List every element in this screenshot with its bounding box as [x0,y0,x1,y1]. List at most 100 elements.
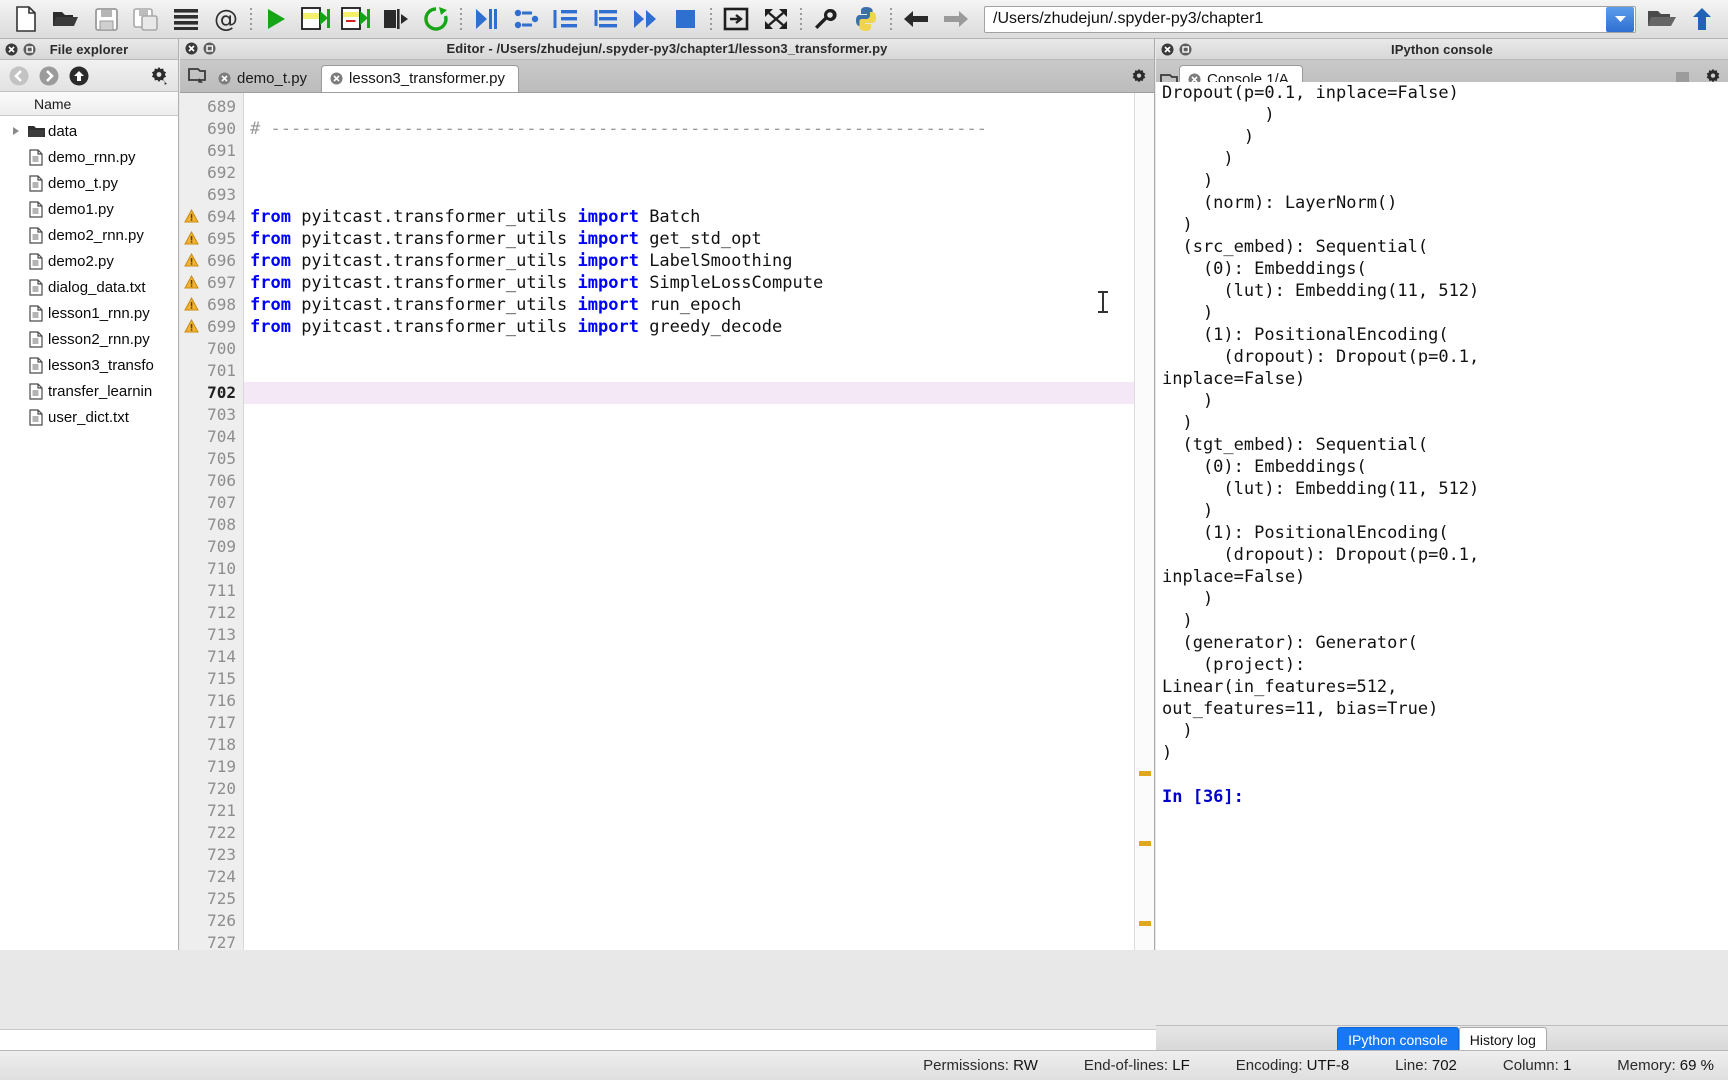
tab-2[interactable]: lesson3_transformer.py [321,64,519,92]
list-item[interactable]: lesson2_rnn.py [0,326,178,352]
warning-triangle-icon[interactable] [184,208,199,223]
step-into-icon[interactable] [546,1,586,37]
scrollbar-marker[interactable] [1139,840,1151,846]
code-line[interactable] [244,448,1134,470]
undock-icon[interactable] [23,43,36,56]
browse-tabs-icon[interactable] [184,61,210,92]
list-item[interactable]: demo2_rnn.py [0,222,178,248]
code-line[interactable] [244,646,1134,668]
code-line[interactable]: from pyitcast.transformer_utils import S… [244,272,1134,294]
code-line[interactable]: from pyitcast.transformer_utils import r… [244,294,1134,316]
code-line[interactable] [244,404,1134,426]
code-line[interactable] [244,514,1134,536]
code-line[interactable] [244,360,1134,382]
scrollbar-marker[interactable] [1139,770,1151,776]
tab-1[interactable]: demo_t.py [210,65,320,92]
maximize-pane-icon[interactable] [716,1,756,37]
close-icon[interactable] [185,42,198,55]
code-line[interactable]: from pyitcast.transformer_utils import g… [244,228,1134,250]
expand-arrow-icon[interactable] [8,126,24,136]
code-line[interactable] [244,470,1134,492]
up-arrow-icon[interactable] [1682,1,1722,37]
code-line[interactable] [244,492,1134,514]
fullscreen-icon[interactable] [756,1,796,37]
code-line[interactable] [244,140,1134,162]
code-line[interactable] [244,184,1134,206]
undock-icon[interactable] [203,42,216,55]
path-bar[interactable]: /Users/zhudejun/.spyder-py3/chapter1 [984,5,1636,33]
gear-icon[interactable] [1130,68,1148,86]
code-line[interactable]: from pyitcast.transformer_utils import B… [244,206,1134,228]
run-selection-icon[interactable] [376,1,416,37]
forward-arrow-icon[interactable] [936,1,976,37]
bottom-tab[interactable]: IPython console [1337,1027,1459,1052]
list-item[interactable]: dialog_data.txt [0,274,178,300]
editor-scrollbar[interactable] [1134,92,1154,950]
console-output[interactable]: Dropout(p=0.1, inplace=False) ) ) ) ) (n… [1156,82,1728,950]
code-line[interactable] [244,536,1134,558]
preferences-icon[interactable] [806,1,846,37]
close-icon[interactable] [1161,43,1174,56]
list-item[interactable]: transfer_learnin [0,378,178,404]
stop-debug-icon[interactable] [666,1,706,37]
code-line[interactable] [244,426,1134,448]
gear-icon[interactable] [144,62,174,90]
open-file-icon[interactable] [46,1,86,37]
save-all-icon[interactable] [126,1,166,37]
code-line[interactable] [244,800,1134,822]
code-line[interactable] [244,712,1134,734]
code-line[interactable] [244,888,1134,910]
nav-forward-icon[interactable] [34,62,64,90]
code-line[interactable] [244,932,1134,950]
code-line[interactable] [244,822,1134,844]
code-line[interactable]: from pyitcast.transformer_utils import L… [244,250,1134,272]
open-folder-icon[interactable] [1642,1,1682,37]
warning-triangle-icon[interactable] [184,296,199,311]
new-file-icon[interactable] [6,1,46,37]
warning-triangle-icon[interactable] [184,230,199,245]
list-item[interactable]: user_dict.txt [0,404,178,430]
path-value[interactable]: /Users/zhudejun/.spyder-py3/chapter1 [985,10,1606,28]
code-line[interactable] [244,734,1134,756]
close-icon[interactable] [330,72,343,85]
warning-triangle-icon[interactable] [184,318,199,333]
python-path-icon[interactable] [846,1,886,37]
list-item[interactable]: demo_t.py [0,170,178,196]
code-line[interactable] [244,602,1134,624]
debug-icon[interactable] [466,1,506,37]
warning-triangle-icon[interactable] [184,274,199,289]
list-item[interactable]: data [0,118,178,144]
code-line[interactable]: # --------------------------------------… [244,118,1134,140]
run-cell-icon[interactable] [296,1,336,37]
back-arrow-icon[interactable] [896,1,936,37]
code-line[interactable] [244,580,1134,602]
scrollbar-marker[interactable] [1139,920,1151,926]
code-line[interactable] [244,778,1134,800]
code-line[interactable] [244,338,1134,360]
close-icon[interactable] [5,43,18,56]
code-area[interactable]: # --------------------------------------… [244,93,1134,950]
file-explorer-list[interactable]: data demo_rnn.py demo_t.py demo1.py demo2_rn… [0,116,178,950]
code-line[interactable] [244,844,1134,866]
run-icon[interactable] [256,1,296,37]
list-item[interactable]: demo1.py [0,196,178,222]
chevron-down-icon[interactable] [1606,6,1634,32]
step-over-icon[interactable] [506,1,546,37]
code-line[interactable] [244,624,1134,646]
warning-triangle-icon[interactable] [184,252,199,267]
list-item[interactable]: lesson3_transfo [0,352,178,378]
undock-icon[interactable] [1179,43,1192,56]
code-line[interactable] [244,866,1134,888]
code-line[interactable] [244,756,1134,778]
code-line[interactable] [244,96,1134,118]
code-line[interactable] [244,162,1134,184]
step-return-icon[interactable] [586,1,626,37]
at-symbol-icon[interactable]: @ [206,1,246,37]
continue-icon[interactable] [626,1,666,37]
code-line[interactable] [244,668,1134,690]
list-item[interactable]: lesson1_rnn.py [0,300,178,326]
code-line[interactable] [244,690,1134,712]
list-item[interactable]: demo_rnn.py [0,144,178,170]
close-icon[interactable] [218,72,231,85]
run-cell-advance-icon[interactable] [336,1,376,37]
